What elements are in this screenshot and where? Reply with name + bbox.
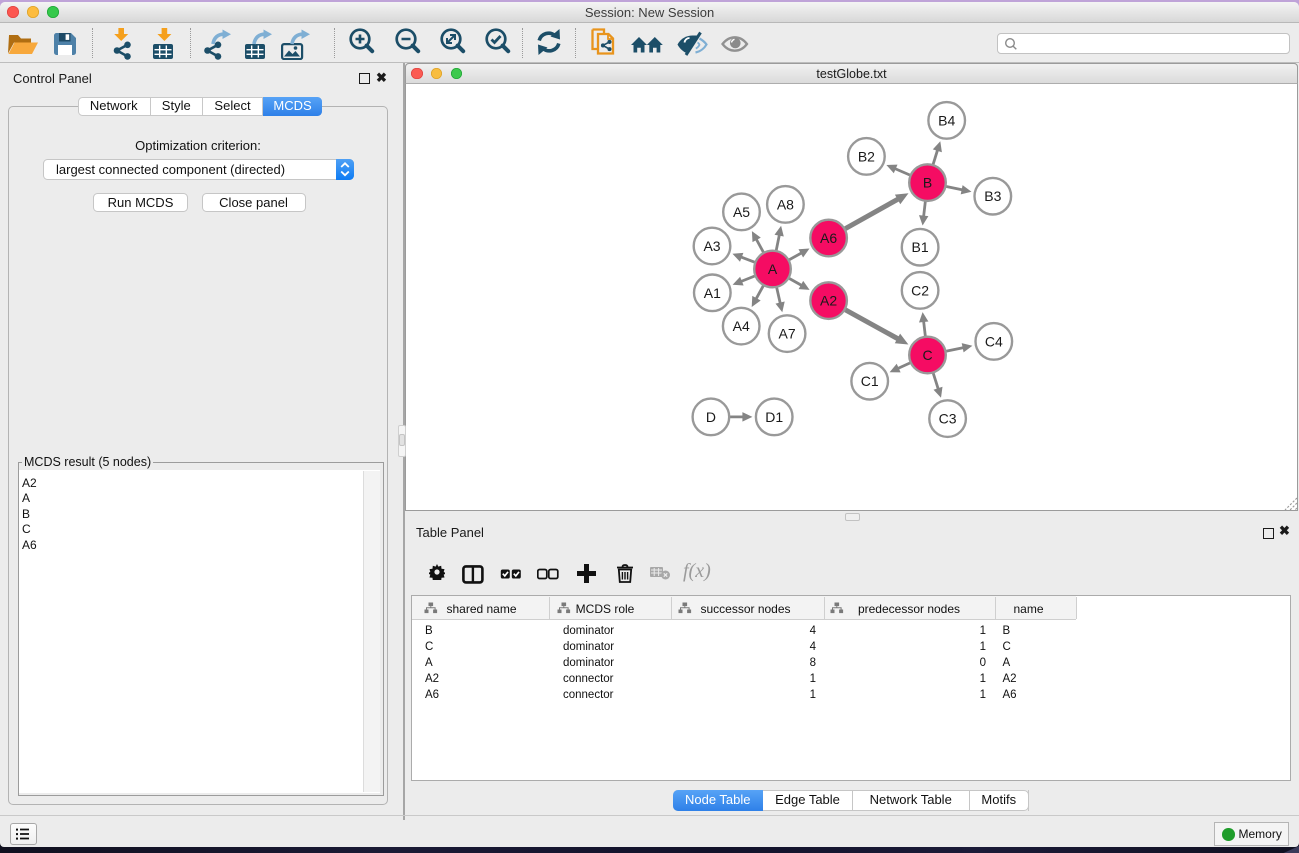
svg-text:A4: A4 <box>733 318 750 334</box>
svg-text:D: D <box>706 409 716 425</box>
svg-text:B1: B1 <box>912 239 929 255</box>
svg-text:D1: D1 <box>765 409 783 425</box>
svg-text:A2: A2 <box>820 293 837 309</box>
svg-text:B2: B2 <box>858 148 875 164</box>
svg-text:C1: C1 <box>861 373 879 389</box>
svg-text:A7: A7 <box>779 326 796 342</box>
svg-text:C4: C4 <box>985 333 1003 349</box>
svg-text:A5: A5 <box>733 204 750 220</box>
svg-text:A: A <box>768 261 778 277</box>
svg-text:A6: A6 <box>820 230 837 246</box>
svg-text:C3: C3 <box>939 411 957 427</box>
svg-text:B3: B3 <box>984 188 1001 204</box>
svg-text:A3: A3 <box>703 238 720 254</box>
svg-text:A1: A1 <box>704 285 721 301</box>
svg-text:C2: C2 <box>911 282 929 298</box>
svg-text:B: B <box>923 175 932 191</box>
svg-text:C: C <box>922 347 932 363</box>
svg-text:A8: A8 <box>777 196 794 212</box>
svg-text:B4: B4 <box>938 112 955 128</box>
